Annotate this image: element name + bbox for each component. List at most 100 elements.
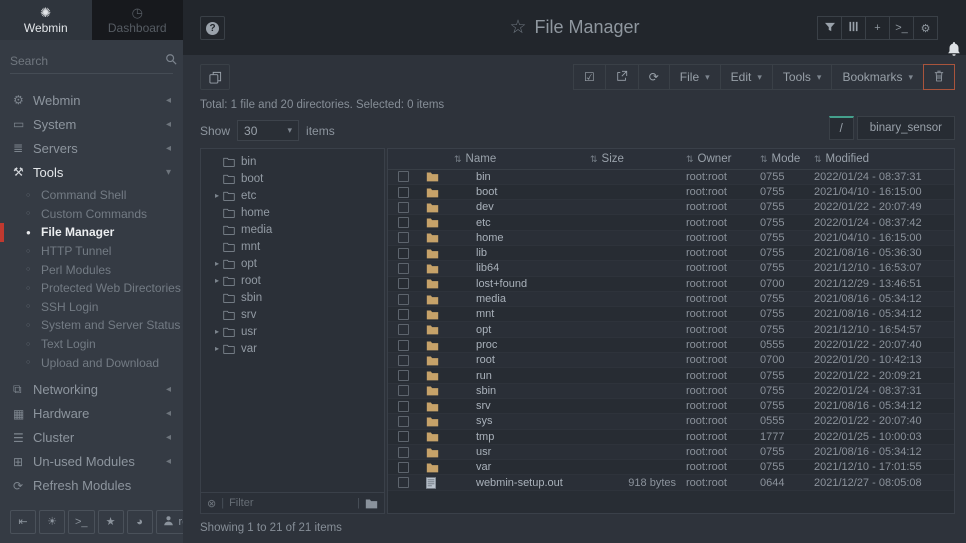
favorites-star-button[interactable]: ★ — [98, 510, 124, 534]
file-name-cell[interactable]: etc — [454, 215, 590, 230]
row-checkbox[interactable] — [398, 401, 409, 412]
file-name-cell[interactable]: var — [454, 460, 590, 475]
column-header-size[interactable]: ⇅Size — [590, 149, 686, 169]
theme-sun-button[interactable]: ☀ — [39, 510, 65, 534]
search-input[interactable] — [10, 54, 165, 68]
sidebar-item-perl-modules[interactable]: ○Perl Modules — [0, 260, 183, 279]
file-name-cell[interactable]: tmp — [454, 429, 590, 444]
row-checkbox[interactable] — [398, 248, 409, 259]
terminal-button[interactable]: >_ — [68, 510, 95, 534]
tree-item-etc[interactable]: ▸etc — [201, 187, 384, 204]
sidebar-item-cluster[interactable]: ☰Cluster◂ — [0, 426, 183, 450]
expand-arrow-icon[interactable]: ▸ — [211, 344, 223, 353]
row-checkbox[interactable] — [398, 202, 409, 213]
columns-button[interactable] — [841, 16, 866, 40]
row-checkbox[interactable] — [398, 187, 409, 198]
tree-item-boot[interactable]: boot — [201, 170, 384, 187]
file-name-cell[interactable]: usr — [454, 444, 590, 459]
file-name-cell[interactable]: root — [454, 353, 590, 368]
refresh-button[interactable]: ⟳ — [638, 64, 670, 90]
menu-edit[interactable]: Edit▾ — [720, 64, 773, 90]
row-checkbox[interactable] — [398, 263, 409, 274]
breadcrumb-root[interactable]: / — [829, 116, 854, 140]
sidebar-item-command-shell[interactable]: ○Command Shell — [0, 186, 183, 205]
row-checkbox[interactable] — [398, 416, 409, 427]
sidebar-item-webmin[interactable]: ⚙Webmin◂ — [0, 88, 183, 112]
file-name-cell[interactable]: webmin-setup.out — [454, 475, 590, 490]
sidebar-item-ssh-login[interactable]: ○SSH Login — [0, 298, 183, 317]
row-checkbox[interactable] — [398, 217, 409, 228]
file-name-cell[interactable]: dev — [454, 200, 590, 215]
sidebar-item-tools[interactable]: ⚒Tools▾ — [0, 160, 183, 184]
collapse-sidebar-button[interactable]: ⇤ — [10, 510, 36, 534]
expand-arrow-icon[interactable]: ▸ — [211, 276, 223, 285]
tab-webmin[interactable]: ✺ Webmin — [0, 0, 92, 40]
tree-item-media[interactable]: media — [201, 221, 384, 238]
sidebar-item-networking[interactable]: ⧉Networking◂ — [0, 378, 183, 402]
file-name-cell[interactable]: home — [454, 230, 590, 245]
expand-arrow-icon[interactable]: ▸ — [211, 259, 223, 268]
items-per-page-select[interactable]: 30 ▾ — [237, 120, 299, 141]
delete-button[interactable] — [923, 64, 955, 90]
file-name-cell[interactable]: srv — [454, 398, 590, 413]
copy-icon[interactable] — [200, 64, 230, 90]
row-checkbox[interactable] — [398, 447, 409, 458]
file-name-cell[interactable]: lib64 — [454, 261, 590, 276]
column-header-name[interactable]: ⇅Name — [454, 149, 590, 169]
file-name-cell[interactable]: sys — [454, 414, 590, 429]
file-name-cell[interactable]: lib — [454, 245, 590, 260]
clear-filter-icon[interactable]: ⊗ — [207, 497, 216, 510]
file-name-cell[interactable]: proc — [454, 337, 590, 352]
sidebar-item-system[interactable]: ▭System◂ — [0, 112, 183, 136]
row-checkbox[interactable] — [398, 232, 409, 243]
row-checkbox[interactable] — [398, 294, 409, 305]
breadcrumb-current[interactable]: binary_sensor — [857, 116, 955, 140]
column-header-mode[interactable]: ⇅Mode — [760, 149, 814, 169]
column-header-modified[interactable]: ⇅Modified — [814, 149, 954, 169]
sidebar-item-system-and-server-status[interactable]: ○System and Server Status — [0, 316, 183, 335]
row-checkbox[interactable] — [398, 462, 409, 473]
plus-button[interactable]: + — [865, 16, 890, 40]
select-all-button[interactable]: ☑ — [573, 64, 606, 90]
file-name-cell[interactable]: bin — [454, 169, 590, 184]
tree-item-bin[interactable]: bin — [201, 153, 384, 170]
row-checkbox[interactable] — [398, 340, 409, 351]
sidebar-item-un-used-modules[interactable]: ⊞Un-used Modules◂ — [0, 450, 183, 474]
file-name-cell[interactable]: sbin — [454, 383, 590, 398]
menu-tools[interactable]: Tools▾ — [772, 64, 833, 90]
export-share-button[interactable] — [605, 64, 639, 90]
tree-item-root[interactable]: ▸root — [201, 272, 384, 289]
row-checkbox[interactable] — [398, 171, 409, 182]
row-checkbox[interactable] — [398, 324, 409, 335]
sidebar-item-servers[interactable]: ≣Servers◂ — [0, 136, 183, 160]
file-name-cell[interactable]: boot — [454, 184, 590, 199]
menu-bookmarks[interactable]: Bookmarks▾ — [831, 64, 924, 90]
tree-item-opt[interactable]: ▸opt — [201, 255, 384, 272]
menu-file[interactable]: File▾ — [669, 64, 721, 90]
row-checkbox[interactable] — [398, 431, 409, 442]
file-name-cell[interactable]: mnt — [454, 307, 590, 322]
filter-funnel-button[interactable] — [817, 16, 842, 40]
tree-item-sbin[interactable]: sbin — [201, 289, 384, 306]
notification-bell-icon[interactable] — [946, 41, 962, 60]
tree-item-usr[interactable]: ▸usr — [201, 323, 384, 340]
row-checkbox[interactable] — [398, 355, 409, 366]
expand-arrow-icon[interactable]: ▸ — [211, 191, 223, 200]
sidebar-item-custom-commands[interactable]: ○Custom Commands — [0, 205, 183, 224]
settings-gear-button[interactable]: ⚙ — [913, 16, 938, 40]
help-button[interactable]: ? — [200, 16, 225, 40]
file-name-cell[interactable]: run — [454, 368, 590, 383]
expand-arrow-icon[interactable]: ▸ — [211, 327, 223, 336]
star-outline-icon[interactable]: ☆ — [509, 16, 526, 39]
file-name-cell[interactable]: lost+found — [454, 276, 590, 291]
terminal-button[interactable]: >_ — [889, 16, 914, 40]
tree-item-home[interactable]: home — [201, 204, 384, 221]
row-checkbox[interactable] — [398, 278, 409, 289]
column-header-owner[interactable]: ⇅Owner — [686, 149, 760, 169]
file-name-cell[interactable]: media — [454, 291, 590, 306]
sidebar-item-hardware[interactable]: ▦Hardware◂ — [0, 402, 183, 426]
tree-item-var[interactable]: ▸var — [201, 340, 384, 357]
row-checkbox[interactable] — [398, 309, 409, 320]
sidebar-item-file-manager[interactable]: ●File Manager — [0, 223, 183, 242]
tree-item-srv[interactable]: srv — [201, 306, 384, 323]
